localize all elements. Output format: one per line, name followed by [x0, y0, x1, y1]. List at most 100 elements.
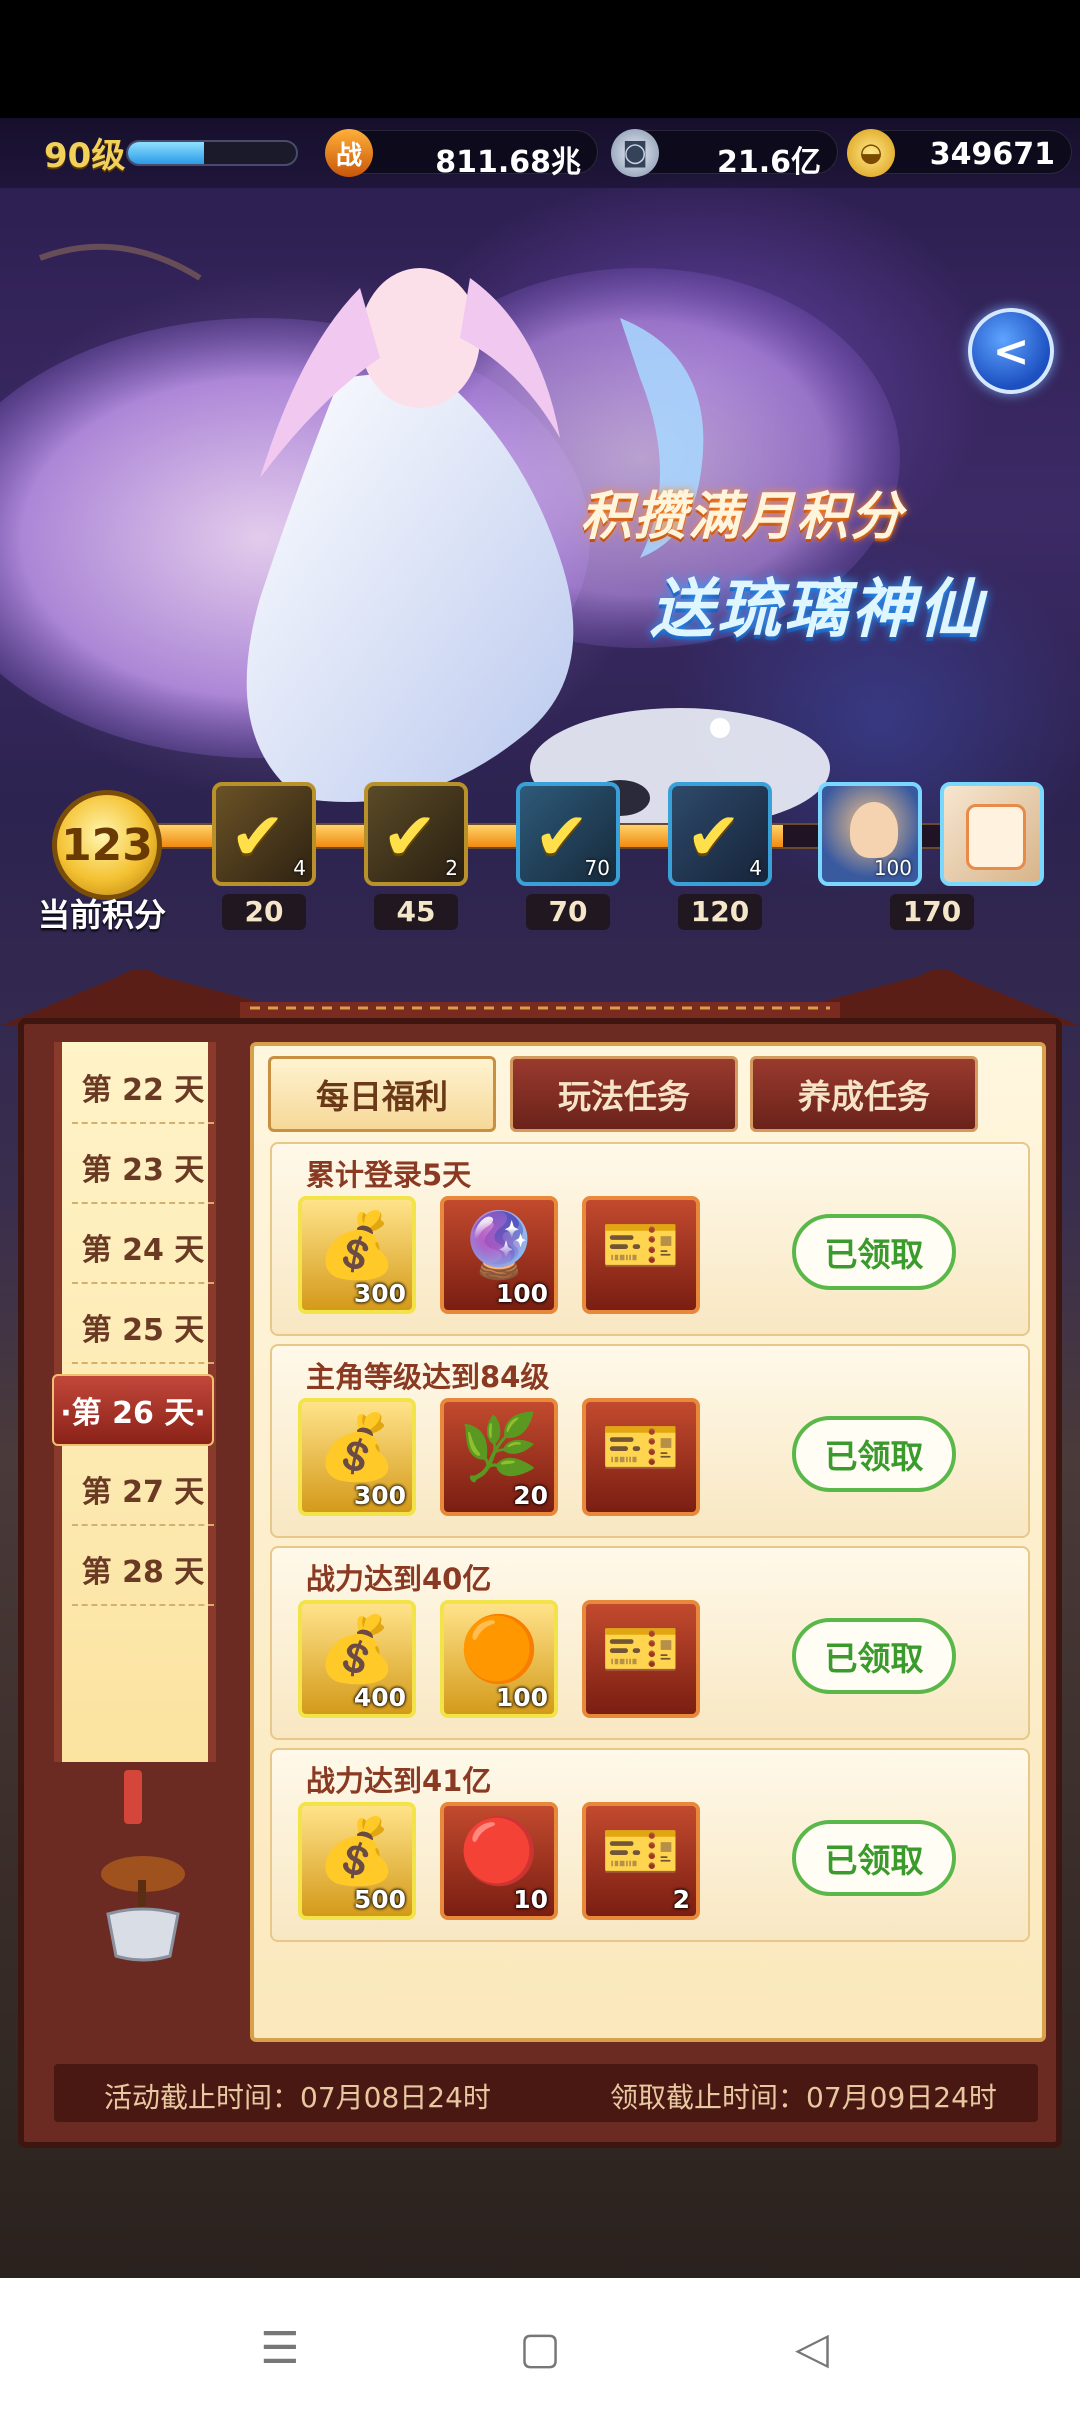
back-arrow-icon: <: [992, 325, 1030, 377]
check-icon: ✔: [686, 798, 742, 875]
claimed-button[interactable]: 已领取: [792, 1820, 956, 1896]
gold-ingot-icon: 💰: [317, 1613, 397, 1687]
day-24[interactable]: 第 24 天: [72, 1212, 214, 1284]
crystal-orb-icon: 🔮: [459, 1209, 539, 1283]
back-button[interactable]: <: [968, 308, 1054, 394]
ticket-icon: 🎫: [601, 1815, 681, 1889]
reward-qty: 100: [495, 1683, 548, 1712]
hero-banner: < 积攒满月积分 送琉璃神仙: [0, 178, 1080, 878]
power-icon: 战: [325, 129, 373, 177]
back-triangle-icon[interactable]: ◁: [782, 2318, 842, 2378]
ticket-reward[interactable]: 🎫 2: [582, 1802, 700, 1920]
ticket-icon: 🎫: [601, 1411, 681, 1485]
home-icon[interactable]: ▢: [510, 2318, 570, 2378]
day-28[interactable]: 第 28 天: [72, 1534, 214, 1606]
milestone-reward-45[interactable]: ✔ 2: [364, 782, 468, 886]
fire-orb-reward[interactable]: 🔴 10: [440, 1802, 558, 1920]
silver-coin-icon: ◙: [611, 129, 659, 177]
day-26-selected[interactable]: ·第 26 天·: [52, 1374, 214, 1446]
check-icon: ✔: [230, 798, 286, 875]
claimed-button[interactable]: 已领取: [792, 1618, 956, 1694]
crystal-orb-reward[interactable]: 🔮 100: [440, 1196, 558, 1314]
check-icon: ✔: [534, 798, 590, 875]
milestone-reward-170[interactable]: [940, 782, 1044, 886]
check-icon: ✔: [382, 798, 438, 875]
reward-qty: 2: [672, 1885, 690, 1914]
claim-end-time: 领取截止时间：07月09日24时: [610, 2081, 997, 2114]
milestone-qty: 100: [873, 856, 912, 880]
task-title: 主角等级达到84级: [306, 1360, 550, 1394]
milestone-qty: 4: [293, 856, 306, 880]
system-nav-bar: ☰ ▢ ◁: [0, 2278, 1080, 2412]
milestone-qty: 70: [584, 856, 610, 880]
character-portrait-icon: [850, 802, 898, 858]
activity-end-time: 活动截止时间：07月08日24时: [104, 2081, 491, 2114]
milestone-reward-character[interactable]: 100: [818, 782, 922, 886]
power-value: 811.68兆: [435, 145, 581, 180]
reward-qty: 500: [353, 1885, 406, 1914]
milestone-value-170: 170: [890, 894, 974, 930]
task-row: 主角等级达到84级 💰 300 🌿 20 🎫 已领取: [270, 1344, 1030, 1538]
tab-daily-welfare[interactable]: 每日福利: [268, 1056, 496, 1132]
gold-ingot-reward[interactable]: 💰 300: [298, 1398, 416, 1516]
ticket-reward[interactable]: 🎫: [582, 1196, 700, 1314]
milestone-reward-70[interactable]: ✔ 70: [516, 782, 620, 886]
task-title: 累计登录5天: [306, 1158, 472, 1192]
golden-orb-reward[interactable]: 🟠 100: [440, 1600, 558, 1718]
reward-qty: 100: [495, 1279, 548, 1308]
milestone-qty: 2: [445, 856, 458, 880]
day-25[interactable]: 第 25 天: [72, 1292, 214, 1364]
milestone-value-20: 20: [222, 894, 306, 930]
tab-gameplay-tasks[interactable]: 玩法任务: [510, 1056, 738, 1132]
current-score-badge: 123: [52, 790, 162, 900]
power-display: 战 811.68兆: [325, 129, 598, 180]
ticket-reward[interactable]: 🎫: [582, 1600, 700, 1718]
bonsai-pot-icon: [101, 1856, 185, 1962]
day-22[interactable]: 第 22 天: [72, 1052, 214, 1124]
day-23[interactable]: 第 23 天: [72, 1132, 214, 1204]
gold-ingot-reward[interactable]: 💰 400: [298, 1600, 416, 1718]
task-panel: 第 22 天 第 23 天 第 24 天 第 25 天 ·第 26 天· 第 2…: [18, 1018, 1062, 2148]
exp-bar: [126, 140, 298, 166]
milestone-value-45: 45: [374, 894, 458, 930]
herb-icon: 🌿: [459, 1411, 539, 1485]
game-screen: 90级 战 811.68兆 ◙ 21.6亿 ◒ 349671 < 积攒满月积分 …: [0, 118, 1080, 2278]
ticket-reward[interactable]: 🎫: [582, 1398, 700, 1516]
ticket-icon: 🎫: [601, 1209, 681, 1283]
slogan-line1: 积攒满月积分: [580, 487, 905, 547]
claimed-button[interactable]: 已领取: [792, 1214, 956, 1290]
reward-qty: 10: [513, 1885, 548, 1914]
milestone-qty: 4: [749, 856, 762, 880]
day-27[interactable]: 第 27 天: [72, 1454, 214, 1526]
herb-reward[interactable]: 🌿 20: [440, 1398, 558, 1516]
golden-orb-icon: 🟠: [459, 1613, 539, 1687]
status-bar: [0, 0, 1080, 118]
reward-qty: 400: [353, 1683, 406, 1712]
tab-growth-tasks[interactable]: 养成任务: [750, 1056, 978, 1132]
gold-ingot-icon: 💰: [317, 1815, 397, 1889]
tassel-ornament: [124, 1770, 142, 1824]
reward-qty: 20: [513, 1481, 548, 1510]
silver-display: ◙ 21.6亿: [611, 129, 838, 180]
milestone-reward-120[interactable]: ✔ 4: [668, 782, 772, 886]
milestone-value-70: 70: [526, 894, 610, 930]
task-row: 累计登录5天 💰 300 🔮 100 🎫 已领取: [270, 1142, 1030, 1336]
slogan-line2: 送琉璃神仙: [650, 573, 985, 647]
deadline-footer: 活动截止时间：07月08日24时 领取截止时间：07月09日24时: [54, 2064, 1038, 2122]
fire-orb-icon: 🔴: [459, 1815, 539, 1889]
gold-ingot-reward[interactable]: 💰 300: [298, 1196, 416, 1314]
ticket-icon: 🎫: [601, 1613, 681, 1687]
gold-ingot-reward[interactable]: 💰 500: [298, 1802, 416, 1920]
gold-display: ◒ 349671: [847, 129, 1072, 177]
gold-ingot-icon: 💰: [317, 1209, 397, 1283]
reward-qty: 300: [353, 1279, 406, 1308]
milestone-value-120: 120: [678, 894, 762, 930]
milestone-reward-20[interactable]: ✔ 4: [212, 782, 316, 886]
task-row: 战力达到41亿 💰 500 🔴 10 🎫 2 已领取: [270, 1748, 1030, 1942]
day-scroll: 第 22 天 第 23 天 第 24 天 第 25 天 ·第 26 天· 第 2…: [52, 1042, 216, 1762]
gold-ingot-icon: 💰: [317, 1411, 397, 1485]
current-score-label: 当前积分: [38, 896, 167, 934]
claimed-button[interactable]: 已领取: [792, 1416, 956, 1492]
task-content: 每日福利 玩法任务 养成任务 累计登录5天 💰 300 🔮 100 🎫 已领取: [250, 1042, 1046, 2042]
menu-icon[interactable]: ☰: [250, 2318, 310, 2378]
